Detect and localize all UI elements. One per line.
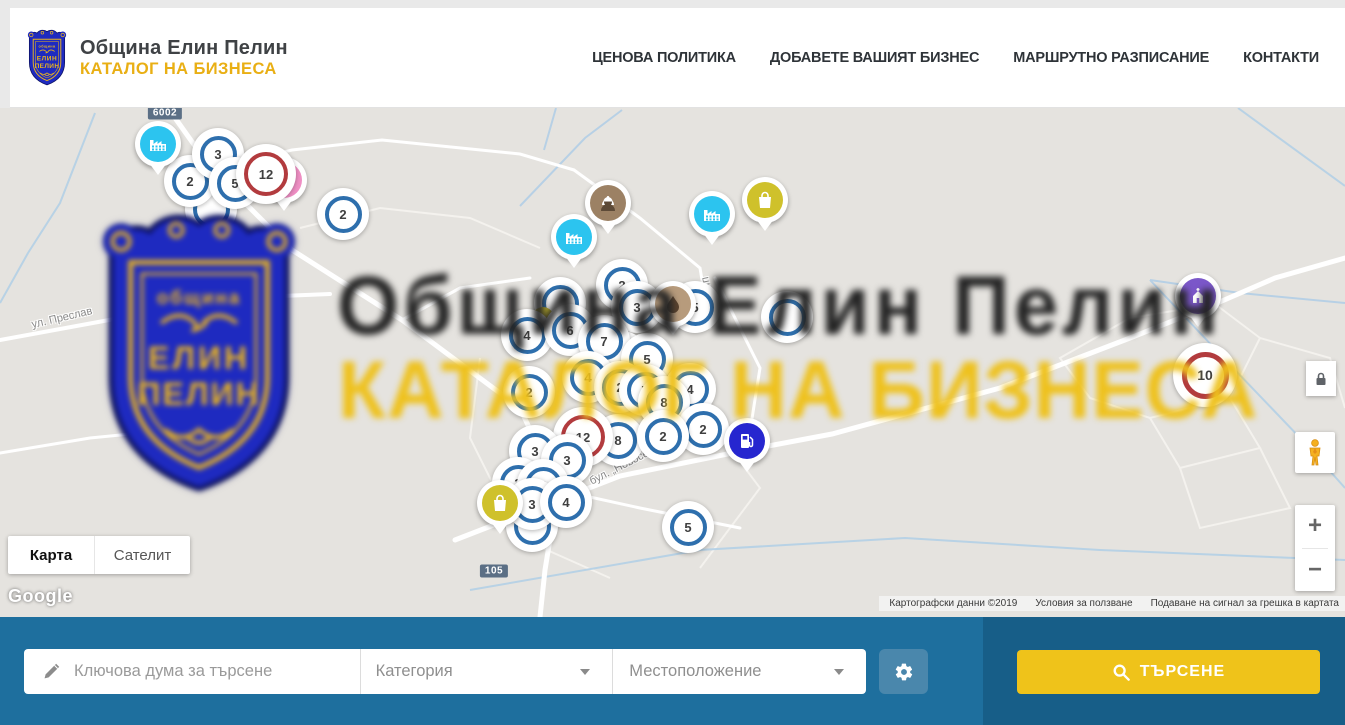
- marker-cluster[interactable]: 2: [317, 188, 369, 240]
- search-bar: Категория Местоположение ТЪРСЕНЕ: [0, 617, 1345, 725]
- svg-text:ПЕЛИН: ПЕЛИН: [35, 62, 60, 69]
- pin-tip: [149, 163, 167, 184]
- pegman-icon: [1306, 439, 1324, 467]
- pin-body: [135, 121, 181, 167]
- pin-tip: [703, 233, 721, 254]
- search-button-label: ТЪРСЕНЕ: [1140, 663, 1225, 681]
- search-icon: [1112, 663, 1130, 681]
- municipality-coat-of-arms-logo: община ЕЛИН ПЕЛИН: [24, 29, 70, 87]
- factory-icon: [140, 126, 176, 162]
- brand-title: Община Елин Пелин: [80, 37, 288, 60]
- map-attribution: Картографски данни ©2019 Условия за ползв…: [879, 596, 1345, 611]
- pin-body: [477, 480, 523, 526]
- cluster-count: 3: [563, 453, 570, 468]
- keyword-section: [24, 662, 360, 681]
- pencil-icon: [42, 662, 61, 681]
- cluster-ring: 4: [548, 484, 585, 521]
- pin-body: [551, 214, 597, 260]
- search-button[interactable]: ТЪРСЕНЕ: [1017, 650, 1320, 694]
- keyword-input[interactable]: [74, 662, 334, 681]
- pin-tip: [491, 522, 509, 543]
- zoom-out-button[interactable]: −: [1295, 549, 1335, 592]
- svg-text:община: община: [157, 288, 242, 309]
- nav-item-2[interactable]: ДОБАВЕТЕ ВАШИЯТ БИЗНЕС: [770, 50, 979, 66]
- map-type-satellite-button[interactable]: Сателит: [94, 536, 190, 574]
- factory-icon: [556, 219, 592, 255]
- svg-text:ЕЛИН: ЕЛИН: [148, 340, 250, 376]
- svg-text:община: община: [38, 44, 56, 48]
- shopping-bag-icon: [747, 182, 783, 218]
- factory-icon: [694, 196, 730, 232]
- cluster-ring: 12: [244, 152, 288, 196]
- gear-icon: [894, 662, 914, 682]
- pin-tip: [756, 219, 774, 240]
- street-view-pegman[interactable]: [1295, 432, 1335, 473]
- nav-item-3[interactable]: МАРШРУТНО РАЗПИСАНИЕ: [1013, 50, 1209, 66]
- google-logo[interactable]: Google: [8, 586, 73, 607]
- cluster-ring: 5: [670, 509, 707, 546]
- shopping-bag-pin[interactable]: [477, 480, 523, 543]
- cluster-count: 12: [259, 167, 273, 182]
- marker-cluster[interactable]: 12: [236, 144, 296, 204]
- cluster-count: 2: [339, 207, 346, 222]
- lock-control[interactable]: [1306, 361, 1336, 396]
- marker-cluster[interactable]: 5: [662, 501, 714, 553]
- pin-tip: [599, 222, 617, 243]
- brand-text: Община Елин Пелин КАТАЛОГ НА БИЗНЕСА: [80, 37, 288, 79]
- map-type-map-button[interactable]: Карта: [8, 536, 94, 574]
- google-map[interactable]: 6002105ул. Преславбул. „Новоселции 23512…: [0, 108, 1345, 617]
- watermark-title: Община Елин Пелин: [337, 258, 1223, 354]
- zoom-control: + −: [1295, 505, 1335, 591]
- advanced-settings-button[interactable]: [879, 649, 928, 694]
- watermark-subtitle: КАТАЛОГ НА БИЗНЕСА: [338, 344, 1258, 438]
- cluster-count: 3: [528, 497, 535, 512]
- cluster-count: 4: [562, 495, 569, 510]
- cluster-count: 3: [531, 444, 538, 459]
- attribution-link-2[interactable]: Подаване на сигнал за грешка в картата: [1151, 598, 1339, 609]
- factory-pin[interactable]: [689, 191, 735, 254]
- page: община ЕЛИН ПЕЛИН Община Елин Пелин КАТА…: [0, 0, 1345, 725]
- shopping-bag-icon: [482, 485, 518, 521]
- pin-tip: [738, 460, 756, 481]
- location-label: Местоположение: [629, 662, 761, 681]
- nav-item-1[interactable]: ЦЕНОВА ПОЛИТИКА: [592, 50, 736, 66]
- brand-subtitle: КАТАЛОГ НА БИЗНЕСА: [80, 60, 288, 79]
- category-dropdown[interactable]: Категория: [361, 662, 613, 681]
- marker-cluster[interactable]: 4: [540, 476, 592, 528]
- chevron-down-icon: [834, 669, 844, 675]
- brand[interactable]: община ЕЛИН ПЕЛИН Община Елин Пелин КАТА…: [10, 29, 288, 87]
- header-inner: община ЕЛИН ПЕЛИН Община Елин Пелин КАТА…: [10, 8, 1345, 108]
- shopping-bag-pin[interactable]: [742, 177, 788, 240]
- attribution-text: Картографски данни ©2019: [889, 598, 1017, 609]
- watermark-coat-of-arms: община ЕЛИН ПЕЛИН: [85, 213, 313, 503]
- category-label: Категория: [376, 662, 453, 681]
- chevron-down-icon: [580, 669, 590, 675]
- header: община ЕЛИН ПЕЛИН Община Елин Пелин КАТА…: [0, 0, 1345, 108]
- location-dropdown[interactable]: Местоположение: [613, 662, 866, 681]
- pin-body: [742, 177, 788, 223]
- cluster-count: 5: [684, 520, 691, 535]
- cluster-count: 3: [214, 147, 221, 162]
- svg-text:ПЕЛИН: ПЕЛИН: [137, 376, 260, 412]
- pin-body: [689, 191, 735, 237]
- nav-item-4[interactable]: КОНТАКТИ: [1243, 50, 1319, 66]
- factory-pin[interactable]: [135, 121, 181, 184]
- cluster-count: 2: [186, 174, 193, 189]
- attribution-link-1[interactable]: Условия за ползване: [1035, 598, 1132, 609]
- zoom-in-button[interactable]: +: [1295, 505, 1335, 548]
- search-box: Категория Местоположение: [24, 649, 866, 694]
- main-nav: ЦЕНОВА ПОЛИТИКА ДОБАВЕТЕ ВАШИЯТ БИЗНЕС МАР…: [592, 50, 1345, 66]
- svg-text:ЕЛИН: ЕЛИН: [37, 55, 58, 62]
- map-type-control: Карта Сателит: [8, 536, 190, 574]
- cluster-ring: 2: [325, 196, 362, 233]
- lock-icon: [1315, 372, 1327, 386]
